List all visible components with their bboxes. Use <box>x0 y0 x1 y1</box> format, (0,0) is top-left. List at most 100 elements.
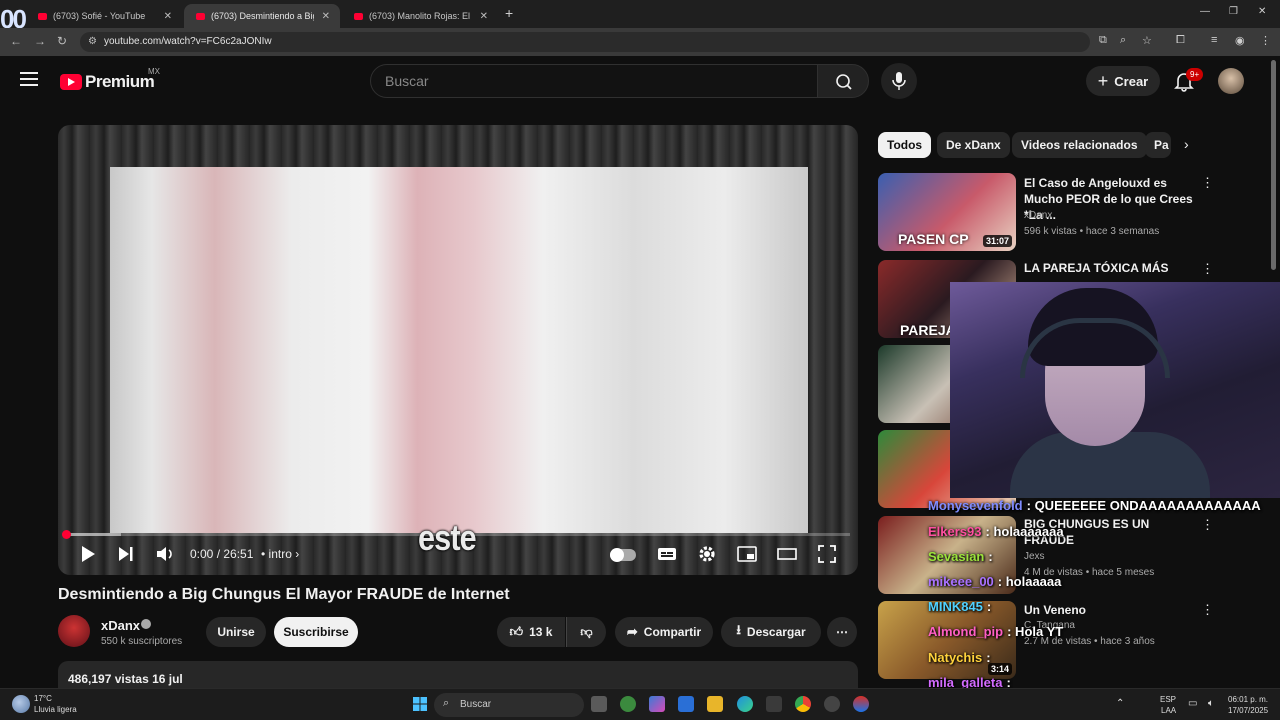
zoom-icon[interactable]: ⌕ <box>1120 34 1126 47</box>
download-button[interactable]: ⭳ Descargar <box>721 617 821 647</box>
hamburger-menu-icon[interactable] <box>20 72 38 88</box>
channel-name[interactable]: xDanx <box>101 618 140 633</box>
app-icon-2[interactable] <box>853 696 869 712</box>
voice-search-button[interactable] <box>881 63 917 99</box>
like-button[interactable]: 👍︎ 13 k <box>497 617 565 647</box>
progress-scrubber-handle[interactable] <box>62 530 71 539</box>
task-view-icon[interactable] <box>591 696 607 712</box>
store-icon[interactable] <box>678 696 694 712</box>
chip-de-xdanx[interactable]: De xDanx <box>937 132 1010 158</box>
channel-avatar[interactable] <box>58 615 90 647</box>
volume-icon[interactable] <box>154 543 176 565</box>
video-player[interactable]: este 0:00 / 26:51 • intro › <box>58 125 858 575</box>
close-tab-icon[interactable]: ✕ <box>164 11 172 22</box>
related-title[interactable]: LA PAREJA TÓXICA MÁS <box>1024 260 1194 276</box>
share-button[interactable]: ➦ Compartir <box>615 617 713 647</box>
theater-mode-icon[interactable] <box>776 543 798 565</box>
language-code[interactable]: ESP <box>1160 695 1176 704</box>
app-icon[interactable] <box>824 696 840 712</box>
browser-menu-icon[interactable]: ⋮ <box>1260 34 1271 47</box>
edge-icon[interactable] <box>737 696 753 712</box>
chip-partial[interactable]: Pa <box>1145 132 1171 158</box>
clock-date[interactable]: 17/07/2025 <box>1228 706 1268 715</box>
more-options-icon[interactable]: ⋮ <box>1201 602 1214 618</box>
media-icon[interactable]: ≡ <box>1211 34 1217 46</box>
chat-user: Monysevenfold <box>928 498 1023 513</box>
video-time: 0:00 / 26:51 <box>190 547 254 561</box>
search-input[interactable] <box>371 65 817 97</box>
restore-icon[interactable]: ❐ <box>1229 6 1238 17</box>
close-tab-icon[interactable]: ✕ <box>480 11 488 22</box>
forward-icon[interactable]: → <box>34 34 46 48</box>
more-options-icon[interactable]: ⋮ <box>1201 517 1214 533</box>
more-options-icon[interactable]: ⋮ <box>1201 261 1214 277</box>
play-icon[interactable] <box>78 543 98 565</box>
progress-buffered <box>66 533 121 536</box>
subscribe-button[interactable]: Suscribirse <box>274 617 358 647</box>
youtube-premium-logo[interactable]: Premium MX <box>60 67 160 92</box>
miniplayer-icon[interactable] <box>736 543 758 565</box>
weather-cloud-icon[interactable] <box>12 695 30 713</box>
related-thumbnail[interactable]: PASEN CP 31:07 <box>878 173 1016 251</box>
chrome-icon[interactable] <box>795 696 811 712</box>
fullscreen-icon[interactable] <box>816 543 838 565</box>
close-tab-icon[interactable]: ✕ <box>322 11 330 22</box>
video-title: Desmintiendo a Big Chungus El Mayor FRAU… <box>58 586 510 603</box>
copilot-icon[interactable] <box>649 696 665 712</box>
clock-time[interactable]: 06:01 p. m. <box>1228 695 1268 704</box>
close-window-icon[interactable]: ✕ <box>1258 6 1266 17</box>
minimize-icon[interactable]: — <box>1200 6 1210 17</box>
more-actions-button[interactable]: ⋯ <box>827 617 857 647</box>
bookmark-star-icon[interactable]: ☆ <box>1142 34 1152 47</box>
browser-tab-3[interactable]: (6703) Manolito Rojas: El Enano ✕ <box>342 4 498 28</box>
progress-bar[interactable] <box>66 533 850 536</box>
browser-tab-1[interactable]: (6703) Sofié - YouTube ✕ <box>26 4 182 28</box>
taskbar-search[interactable]: ⌕ Buscar <box>434 693 584 717</box>
chat-user: Almond_pip <box>928 624 1004 639</box>
tray-chevron-up-icon[interactable]: ⌃ <box>1116 698 1124 709</box>
chip-todos[interactable]: Todos <box>878 132 932 158</box>
related-meta: 596 k vistas • hace 3 semanas <box>1024 226 1160 237</box>
share-arrow-icon: ➦ <box>626 624 638 639</box>
related-channel[interactable]: xDanx <box>1024 210 1052 221</box>
related-title[interactable]: Un Veneno <box>1024 602 1194 618</box>
create-button[interactable]: + Crear <box>1086 66 1160 96</box>
more-options-icon[interactable]: ⋮ <box>1201 175 1214 191</box>
next-video-icon[interactable] <box>116 543 136 565</box>
join-button[interactable]: Unirse <box>206 617 266 647</box>
windows-start-icon[interactable] <box>412 696 428 712</box>
subtitles-icon[interactable] <box>656 543 678 565</box>
new-tab-icon[interactable]: + <box>505 5 513 21</box>
dislike-button[interactable]: 👎︎ <box>566 617 606 647</box>
page-scrollbar[interactable] <box>1271 60 1276 270</box>
search-icon: ⌕ <box>443 697 450 709</box>
chip-label: Todos <box>887 138 923 152</box>
screen: (6703) Sofié - YouTube ✕ (6703) Desminti… <box>0 0 1280 720</box>
related-channel[interactable]: Jexs <box>1024 551 1045 562</box>
file-explorer-icon[interactable] <box>707 696 723 712</box>
url-field[interactable]: ⚙ youtube.com/watch?v=FC6c2aJONIw <box>80 32 1090 52</box>
chevron-right-icon[interactable]: › <box>1184 136 1189 152</box>
language-layout[interactable]: LAA <box>1161 706 1176 715</box>
install-app-icon[interactable]: ⧉ <box>1099 34 1107 47</box>
share-label: Compartir <box>643 625 702 639</box>
browser-tab-2[interactable]: (6703) Desmintiendo a Big Chungus ✕ <box>184 4 340 28</box>
chapter-label[interactable]: • intro › <box>261 547 299 561</box>
site-info-icon[interactable]: ⚙ <box>88 36 97 47</box>
extensions-icon[interactable]: ⧠ <box>1176 34 1185 47</box>
verified-icon <box>141 619 151 629</box>
profile-icon[interactable]: ◉ <box>1235 34 1245 47</box>
chip-videos-relacionados[interactable]: Videos relacionados <box>1012 132 1147 158</box>
network-icon[interactable]: ▭ <box>1188 698 1197 709</box>
chat-text: : Hola YT <box>1007 624 1064 639</box>
capcut-icon[interactable] <box>766 696 782 712</box>
reload-icon[interactable]: ↻ <box>57 34 67 48</box>
volume-tray-icon[interactable]: 🔈︎ <box>1208 698 1214 709</box>
plus-icon: + <box>1097 71 1109 91</box>
back-icon[interactable]: ← <box>10 34 22 48</box>
settings-gear-icon[interactable] <box>696 543 718 565</box>
autoplay-toggle[interactable] <box>610 548 636 562</box>
account-avatar[interactable] <box>1218 68 1244 94</box>
xbox-icon[interactable] <box>620 696 636 712</box>
search-button[interactable] <box>817 64 869 98</box>
